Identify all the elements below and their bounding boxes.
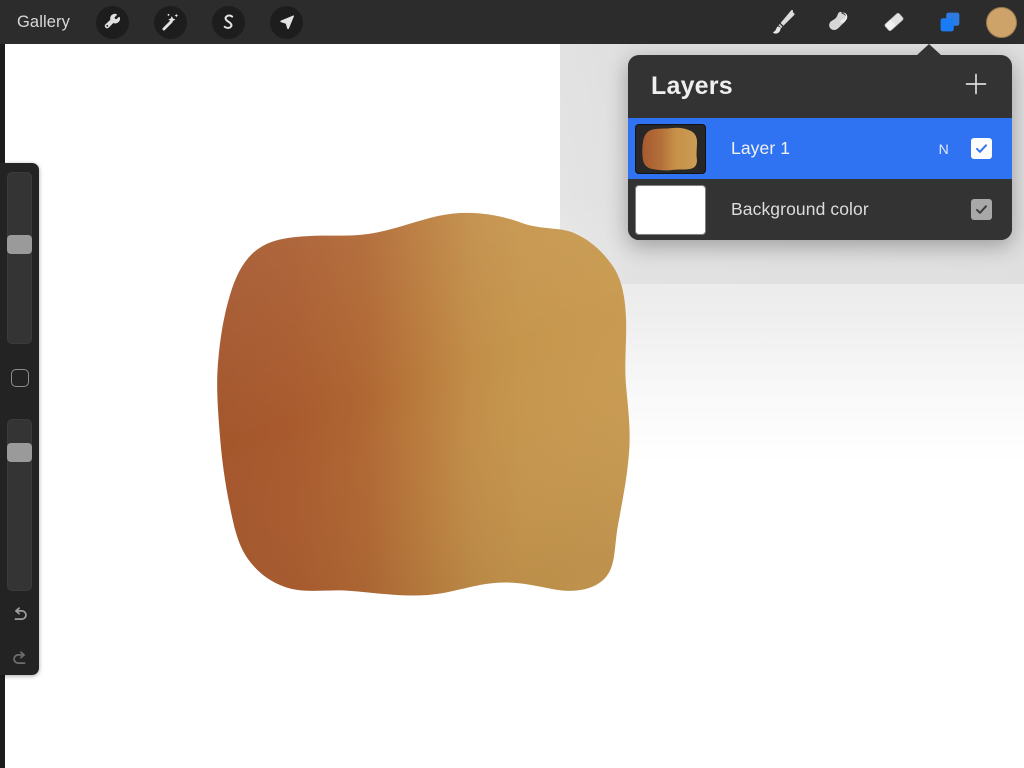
transform-arrow-icon — [277, 13, 296, 32]
layers-panel: Layers Layer 1 N Background color — [628, 44, 1012, 240]
undo-icon — [9, 604, 31, 631]
wrench-icon — [103, 13, 122, 32]
layer-thumbnail-artwork — [642, 127, 697, 170]
panel-pointer-arrow — [916, 44, 942, 56]
left-sidebar — [0, 163, 39, 675]
redo-icon — [9, 648, 31, 675]
modify-button[interactable] — [11, 369, 29, 387]
procreate-app: Gallery Layers Layer 1 N Background colo… — [0, 0, 1024, 768]
layer-visibility-checkbox[interactable] — [971, 199, 992, 220]
layer-row[interactable]: Background color — [628, 179, 1012, 240]
eraser-tool-button[interactable] — [866, 0, 922, 44]
paint-tool-button[interactable] — [754, 0, 810, 44]
layer-name: Layer 1 — [731, 138, 791, 158]
artwork-brush-shape — [217, 212, 630, 596]
opacity-slider-thumb[interactable] — [7, 443, 32, 462]
top-toolbar: Gallery — [0, 0, 1024, 44]
top-toolbar-left-group: Gallery — [0, 5, 328, 39]
paintbrush-icon — [767, 7, 797, 37]
plus-icon — [963, 71, 989, 102]
add-layer-button[interactable] — [961, 72, 991, 102]
smudge-tool-button[interactable] — [810, 0, 866, 44]
top-toolbar-right-group — [754, 0, 1024, 44]
layer-visibility-checkbox[interactable] — [971, 138, 992, 159]
eraser-icon — [879, 7, 909, 37]
smudge-icon — [823, 7, 853, 37]
layers-tool-button[interactable] — [922, 0, 978, 44]
layer-row[interactable]: Layer 1 N — [628, 118, 1012, 179]
selection-icon — [218, 12, 238, 32]
magic-wand-icon — [160, 12, 180, 32]
current-color-circle — [985, 6, 1017, 38]
transform-button[interactable] — [269, 5, 303, 39]
layers-panel-title: Layers — [651, 72, 733, 100]
layer-thumbnail[interactable] — [635, 184, 706, 235]
checkmark-icon — [974, 141, 989, 156]
actions-wrench-button[interactable] — [95, 5, 129, 39]
opacity-slider[interactable] — [7, 419, 32, 591]
checkmark-icon — [974, 202, 989, 217]
layer-thumbnail[interactable] — [635, 123, 706, 174]
layers-panel-header: Layers — [628, 55, 1012, 118]
selection-button[interactable] — [211, 5, 245, 39]
layer-blend-mode[interactable]: N — [939, 141, 949, 157]
layer-name: Background color — [731, 199, 869, 219]
gallery-button[interactable]: Gallery — [17, 14, 70, 31]
undo-button[interactable] — [8, 605, 32, 629]
layers-icon — [935, 7, 965, 37]
adjustments-button[interactable] — [153, 5, 187, 39]
redo-button[interactable] — [8, 649, 32, 673]
color-swatch-button[interactable] — [978, 0, 1024, 44]
brush-size-slider-thumb[interactable] — [7, 235, 32, 254]
brush-size-slider[interactable] — [7, 172, 32, 344]
